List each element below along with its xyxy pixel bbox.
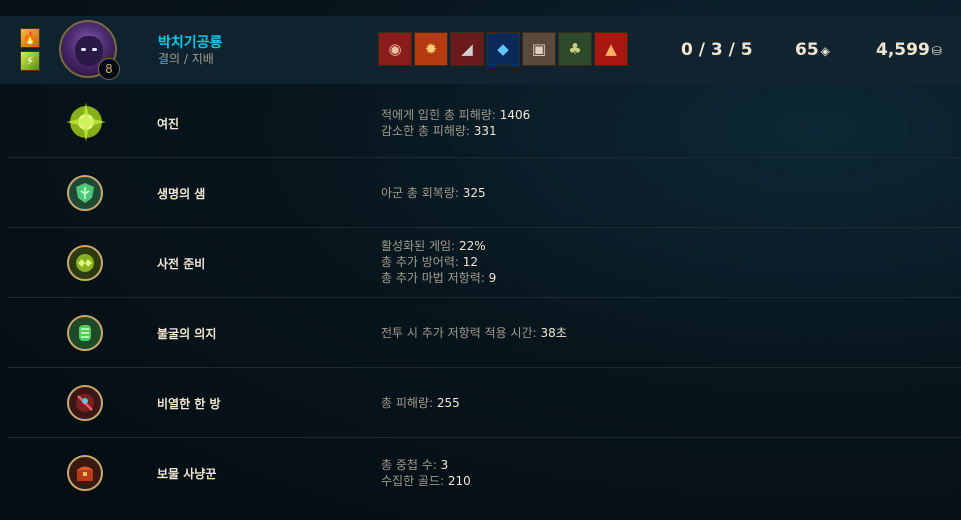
rune-stat-line: 총 추가 방어력: 12 — [381, 254, 496, 270]
rune-stat-line: 수집한 골드: 210 — [381, 473, 471, 489]
ward-item-icon[interactable]: ◆ — [486, 32, 520, 66]
item-build: ◉ ✹ ◢ ◆ ▣ ♣ ▲ — [378, 32, 630, 66]
stat-value: 38초 — [540, 326, 567, 340]
heart-item-icon[interactable]: ♣ — [558, 32, 592, 66]
kda-score: 0 / 3 / 5 — [681, 40, 753, 60]
conditioning-rune-icon — [67, 245, 103, 281]
gold-value: 4,599 — [876, 40, 930, 60]
rune-stat-line: 총 피해량: 255 — [381, 395, 460, 411]
rune-stat-line: 아군 총 회복량: 325 — [381, 185, 486, 201]
stat-label: 총 중첩 수: — [381, 458, 437, 472]
rune-name: 생명의 샘 — [157, 187, 206, 201]
stat-value: 210 — [447, 474, 471, 488]
stat-value: 3 — [440, 458, 449, 472]
stat-label: 총 피해량: — [381, 396, 434, 410]
rune-stats: 전투 시 추가 저항력 적용 시간: 38초 — [381, 325, 567, 341]
rune-name: 보물 사냥꾼 — [157, 467, 217, 481]
rune-stat-line: 총 중첩 수: 3 — [381, 457, 471, 473]
rune-row-font-of-life: 생명의 샘 아군 총 회복량: 325 — [8, 158, 961, 228]
player-header-row: 🔥 ⚡ 8 박치기공룡 결의 / 지배 ◉ ✹ ◢ ◆ ▣ ♣ ▲ 0 / 3 … — [0, 16, 961, 84]
rune-stat-line: 총 추가 마법 저항력: 9 — [381, 270, 496, 286]
aftershock-rune-icon — [62, 98, 110, 146]
stat-value: 331 — [473, 124, 497, 138]
cloak-item-icon[interactable]: ◉ — [378, 32, 412, 66]
stat-value: 1406 — [499, 108, 531, 122]
player-name[interactable]: 박치기공룡 — [158, 32, 222, 52]
stat-label: 적에게 입힌 총 피해량: — [381, 108, 496, 122]
rune-name: 비열한 한 방 — [157, 397, 221, 411]
stat-value: 325 — [462, 186, 486, 200]
stat-label: 총 추가 마법 저항력: — [381, 271, 485, 285]
unflinching-rune-icon — [67, 315, 103, 351]
stat-value: 12 — [462, 255, 479, 269]
rune-stat-line: 전투 시 추가 저항력 적용 시간: 38초 — [381, 325, 567, 341]
font-of-life-rune-icon — [67, 175, 103, 211]
stat-value: 22% — [458, 239, 486, 253]
rune-row-cheap-shot: 비열한 한 방 총 피해량: 255 — [8, 368, 961, 438]
gold-earned: 4,599 ⛁ — [876, 40, 942, 60]
rune-stats: 총 피해량: 255 — [381, 395, 460, 411]
stat-label: 활성화된 게임: — [381, 239, 456, 253]
rune-name: 사전 준비 — [157, 257, 206, 271]
rune-stats: 활성화된 게임: 22% 총 추가 방어력: 12 총 추가 마법 저항력: 9 — [381, 238, 496, 286]
rune-name: 여진 — [157, 117, 180, 131]
stat-label: 수집한 골드: — [381, 474, 445, 488]
cheap-shot-rune-icon — [67, 385, 103, 421]
sunfire-item-icon[interactable]: ▲ — [594, 32, 628, 66]
rune-stats: 적에게 입힌 총 피해량: 1406 감소한 총 피해량: 331 — [381, 107, 530, 139]
champion-eye-icon — [81, 48, 86, 51]
stat-label: 전투 시 추가 저항력 적용 시간: — [381, 326, 537, 340]
treasure-hunter-rune-icon — [67, 455, 103, 491]
champion-level-badge: 8 — [98, 58, 120, 80]
rune-row-conditioning: 사전 준비 활성화된 게임: 22% 총 추가 방어력: 12 총 추가 마법 … — [8, 228, 961, 298]
ignite-spell-icon[interactable]: 🔥 — [20, 28, 40, 48]
summoner-spells: 🔥 ⚡ — [20, 28, 42, 74]
rune-row-treasure-hunter: 보물 사냥꾼 총 중첩 수: 3 수집한 골드: 210 — [8, 438, 961, 508]
gold-coins-icon: ⛁ — [931, 44, 942, 58]
rune-row-unflinching: 불굴의 의지 전투 시 추가 저항력 적용 시간: 38초 — [8, 298, 961, 368]
flame-item-icon[interactable]: ✹ — [414, 32, 448, 66]
rune-stats: 아군 총 회복량: 325 — [381, 185, 486, 201]
creep-score-value: 65 — [795, 40, 819, 60]
rune-trees-label: 결의 / 지배 — [158, 52, 214, 66]
rune-stat-line: 적에게 입힌 총 피해량: 1406 — [381, 107, 530, 123]
rune-stats: 총 중첩 수: 3 수집한 골드: 210 — [381, 457, 471, 489]
rune-stat-line: 감소한 총 피해량: 331 — [381, 123, 530, 139]
flash-spell-icon[interactable]: ⚡ — [20, 51, 40, 71]
stat-value: 255 — [436, 396, 460, 410]
stat-label: 아군 총 회복량: — [381, 186, 459, 200]
rune-row-aftershock: 여진 적에게 입힌 총 피해량: 1406 감소한 총 피해량: 331 — [8, 88, 961, 158]
boots-item-icon[interactable]: ◢ — [450, 32, 484, 66]
minion-icon: ◈ — [820, 44, 830, 58]
creep-score: 65 ◈ — [795, 40, 830, 60]
armor-item-icon[interactable]: ▣ — [522, 32, 556, 66]
rune-stat-line: 활성화된 게임: 22% — [381, 238, 496, 254]
rune-name: 불굴의 의지 — [157, 327, 217, 341]
stat-label: 총 추가 방어력: — [381, 255, 459, 269]
stat-value: 9 — [488, 271, 497, 285]
stat-label: 감소한 총 피해량: — [381, 124, 470, 138]
champion-eye-icon — [92, 48, 97, 51]
champion-face-icon — [75, 36, 103, 66]
